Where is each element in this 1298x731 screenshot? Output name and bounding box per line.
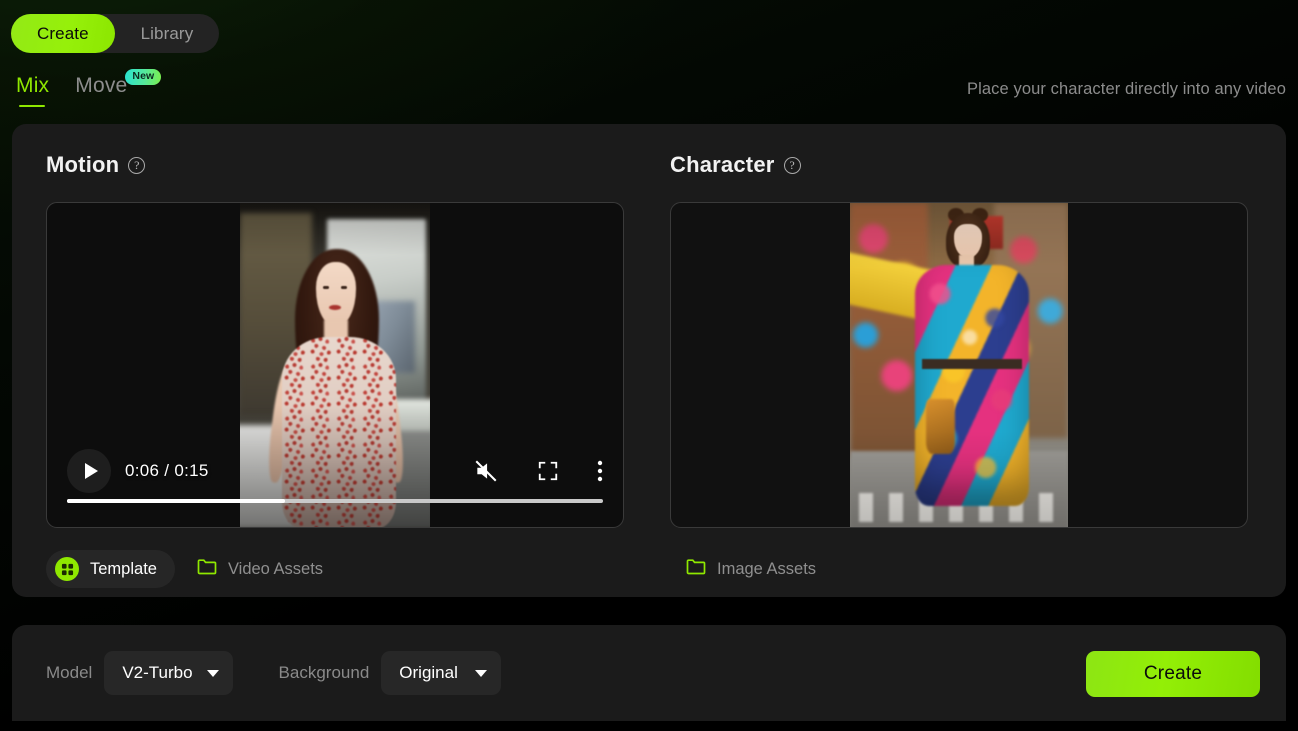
grid-icon	[55, 557, 79, 581]
folder-icon	[686, 558, 706, 580]
tab-mix[interactable]: Mix	[16, 74, 49, 109]
motion-video-preview[interactable]: 0:06 / 0:15	[46, 202, 624, 528]
model-select[interactable]: V2-Turbo	[104, 651, 233, 695]
bottom-bar-controls: Model V2-Turbo Background Original	[46, 625, 502, 721]
video-assets-label: Video Assets	[227, 559, 324, 578]
video-assets-button[interactable]: Video Assets	[181, 550, 339, 588]
tab-move[interactable]: Move New	[75, 69, 162, 109]
video-time-display: 0:06 / 0:15	[125, 461, 209, 480]
play-icon[interactable]	[67, 449, 111, 493]
motion-asset-row: Template Video Assets	[46, 550, 339, 588]
character-asset-row: Image Assets	[670, 550, 832, 588]
video-controls: 0:06 / 0:15	[47, 439, 623, 527]
tab-library[interactable]: Library	[115, 14, 220, 53]
volume-muted-icon[interactable]	[473, 458, 499, 484]
motion-title: Motion	[46, 152, 120, 177]
background-select[interactable]: Original	[381, 651, 502, 695]
template-button-label: Template	[90, 559, 157, 578]
video-progress-fill	[67, 499, 285, 503]
chevron-down-icon	[206, 669, 219, 677]
main-panel: Motion ? 0:06 / 0:15 Template Video Asse…	[12, 124, 1286, 597]
video-progress-bar[interactable]	[67, 499, 603, 503]
motion-header: Motion ?	[46, 152, 146, 178]
video-controls-right	[473, 458, 603, 484]
model-select-value: V2-Turbo	[122, 663, 193, 682]
chevron-down-icon	[475, 669, 488, 677]
question-mark-circle-icon[interactable]: ?	[128, 156, 146, 174]
model-label: Model	[46, 663, 93, 682]
kebab-menu-icon[interactable]	[597, 459, 603, 483]
new-badge: New	[125, 69, 162, 85]
video-controls-row: 0:06 / 0:15	[67, 449, 603, 493]
folder-icon	[197, 558, 217, 580]
question-mark-circle-icon[interactable]: ?	[783, 156, 801, 174]
bottom-action-bar: Model V2-Turbo Background Original Creat…	[12, 625, 1286, 721]
create-button[interactable]: Create	[1086, 651, 1260, 697]
character-still	[850, 203, 1068, 527]
character-header: Character ?	[670, 152, 801, 178]
background-select-value: Original	[399, 663, 458, 682]
tab-mix-label: Mix	[16, 74, 50, 97]
tab-create[interactable]: Create	[11, 14, 115, 53]
app-root: Create Library Mix Move New Place your c…	[0, 0, 1298, 731]
background-label: Background	[278, 663, 370, 682]
character-image-preview[interactable]	[670, 202, 1248, 528]
tagline-text: Place your character directly into any v…	[967, 80, 1286, 98]
character-title: Character	[670, 152, 775, 177]
image-assets-label: Image Assets	[717, 559, 817, 578]
fullscreen-icon[interactable]	[537, 460, 559, 482]
secondary-tab-group: Mix Move New	[16, 69, 162, 109]
tab-move-label: Move	[75, 74, 128, 97]
primary-tab-group: Create Library	[11, 14, 220, 53]
template-button[interactable]: Template	[46, 550, 175, 588]
image-assets-button[interactable]: Image Assets	[670, 550, 832, 588]
